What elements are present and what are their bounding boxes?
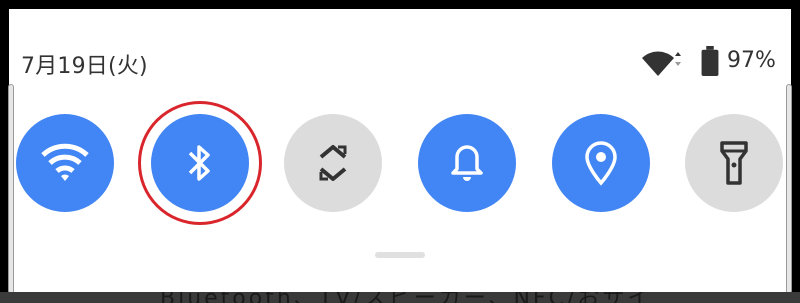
flashlight-tile[interactable] <box>685 114 783 212</box>
location-pin-icon <box>585 141 617 186</box>
data-arrows-icon <box>675 52 681 56</box>
bell-icon <box>451 145 483 181</box>
wifi-icon <box>41 143 89 181</box>
expand-handle[interactable] <box>375 252 425 258</box>
battery-percent: 97% <box>727 48 776 73</box>
background-content: Bluetooth、TV/スピーカー、NFC/おサイ <box>0 292 800 303</box>
auto-rotate-tile[interactable] <box>284 114 382 212</box>
background-text: Bluetooth、TV/スピーカー、NFC/おサイ <box>160 292 652 303</box>
bluetooth-tile[interactable] <box>151 114 249 212</box>
left-edge-handle <box>8 84 14 294</box>
rotate-icon <box>319 145 347 181</box>
location-tile[interactable] <box>552 114 650 212</box>
flashlight-icon <box>720 141 748 185</box>
wifi-tile[interactable] <box>16 114 114 212</box>
battery-icon <box>701 46 719 76</box>
sound-tile[interactable] <box>418 114 516 212</box>
wifi-signal-icon <box>642 51 681 76</box>
bluetooth-icon <box>188 145 210 181</box>
date-label: 7月19日(火) <box>21 54 148 79</box>
right-edge-handle <box>786 84 792 294</box>
